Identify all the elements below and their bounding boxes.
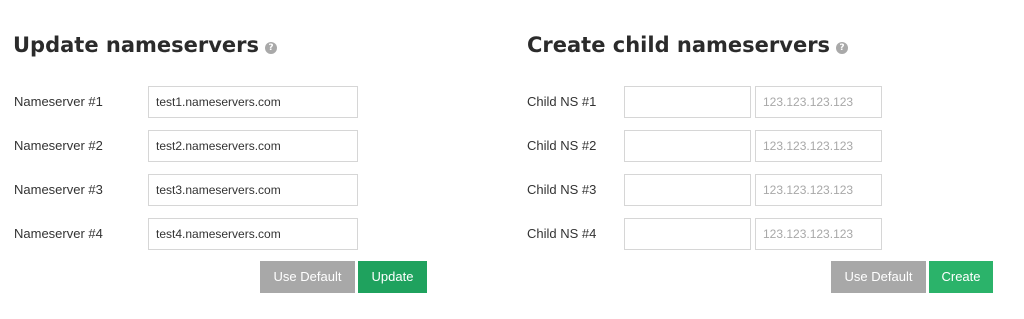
create-button[interactable]: Create: [929, 261, 993, 293]
create-use-default-button[interactable]: Use Default: [831, 261, 926, 293]
child-ns-2-ip-input[interactable]: [755, 130, 882, 162]
child-ns-1-name-input[interactable]: [624, 86, 751, 118]
child-ns-1-label: Child NS #1: [527, 94, 597, 109]
child-ns-2-name-input[interactable]: [624, 130, 751, 162]
child-ns-4-label: Child NS #4: [527, 226, 597, 241]
child-ns-3-name-input[interactable]: [624, 174, 751, 206]
child-ns-3-label: Child NS #3: [527, 182, 597, 197]
child-ns-1-ip-input[interactable]: [755, 86, 882, 118]
child-ns-4-ip-input[interactable]: [755, 218, 882, 250]
create-child-nameservers-title-text: Create child nameservers: [527, 33, 831, 57]
child-ns-3-ip-input[interactable]: [755, 174, 882, 206]
create-child-nameservers-panel: Create child nameservers ? Child NS #1 C…: [0, 0, 1024, 319]
child-ns-4-name-input[interactable]: [624, 218, 751, 250]
create-child-nameservers-title: Create child nameservers ?: [527, 33, 849, 57]
child-ns-2-label: Child NS #2: [527, 138, 597, 153]
question-circle-icon[interactable]: ?: [836, 42, 849, 54]
